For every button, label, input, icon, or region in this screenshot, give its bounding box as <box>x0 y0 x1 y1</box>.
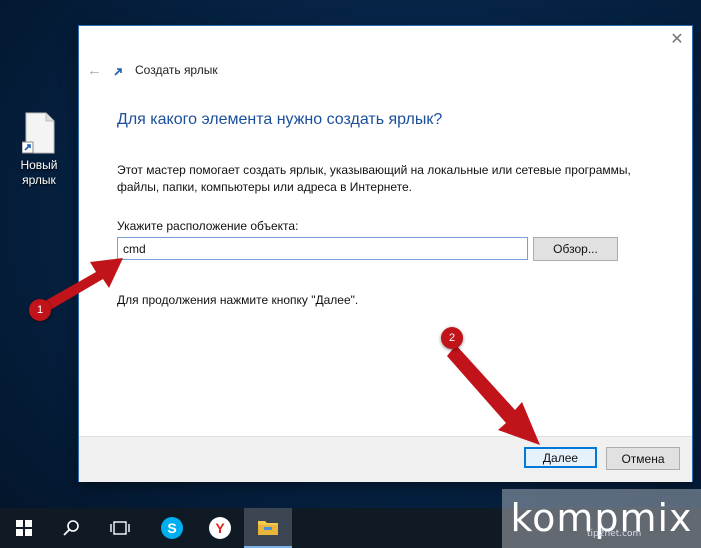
browse-button[interactable]: Обзор... <box>533 237 618 261</box>
svg-text:Y: Y <box>215 520 225 536</box>
windows-start-icon[interactable] <box>0 508 48 548</box>
svg-text:S: S <box>167 520 176 536</box>
page-heading: Для какого элемента нужно создать ярлык? <box>117 111 443 128</box>
shortcut-icon <box>114 68 122 76</box>
step-marker-1: 1 <box>29 299 51 321</box>
location-label: Укажите расположение объекта: <box>117 219 299 233</box>
back-arrow-icon[interactable]: ← <box>87 62 102 79</box>
desktop-shortcut-new[interactable]: Новый ярлык <box>10 112 68 188</box>
next-button[interactable]: Далее <box>524 447 597 468</box>
watermark: kompmix tip2net.com <box>502 489 701 548</box>
search-icon[interactable] <box>48 508 96 548</box>
window-title: Создать ярлык <box>135 63 218 77</box>
yandex-browser-icon[interactable]: Y <box>196 508 244 548</box>
step-marker-2: 2 <box>441 327 463 349</box>
description-line-1: Этот мастер помогает создать ярлык, указ… <box>117 163 631 177</box>
task-view-icon[interactable] <box>96 508 144 548</box>
file-explorer-icon[interactable] <box>244 508 292 548</box>
close-icon[interactable]: ✕ <box>670 32 684 48</box>
description-line-2: файлы, папки, компьютеры или адреса в Ин… <box>117 180 413 194</box>
desktop-shortcut-label-1: Новый <box>20 158 58 172</box>
location-input[interactable] <box>117 237 528 260</box>
dialog-footer: Далее Отмена <box>79 436 692 482</box>
file-shortcut-icon <box>21 112 56 154</box>
continue-hint: Для продолжения нажмите кнопку "Далее". <box>117 293 359 307</box>
create-shortcut-dialog: ✕ ← Создать ярлык Для какого элемента ну… <box>79 26 692 482</box>
watermark-subtext: tip2net.com <box>587 529 642 539</box>
desktop-shortcut-label-2: ярлык <box>22 173 56 187</box>
skype-icon[interactable]: S <box>148 508 196 548</box>
cancel-button[interactable]: Отмена <box>606 447 680 470</box>
description: Этот мастер помогает создать ярлык, указ… <box>117 162 657 196</box>
